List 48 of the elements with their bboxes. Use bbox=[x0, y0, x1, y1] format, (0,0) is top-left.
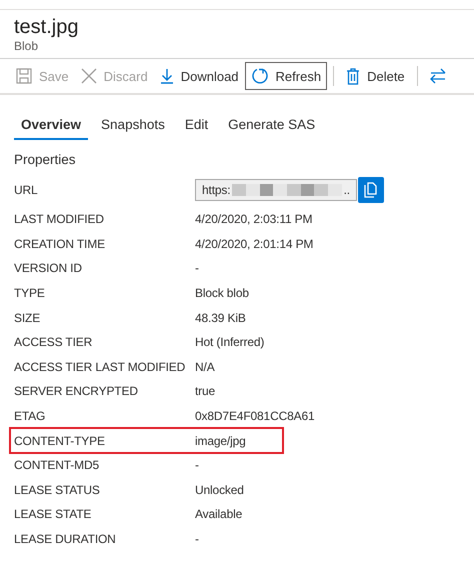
url-field[interactable]: https: .. bbox=[195, 179, 357, 201]
swap-arrows-icon bbox=[430, 68, 446, 84]
property-label: SIZE bbox=[14, 310, 42, 325]
property-value: 4/20/2020, 2:03:11 PM bbox=[195, 212, 312, 226]
property-label: ACCESS TIER LAST MODIFIED bbox=[14, 360, 186, 374]
property-value: Hot (Inferred) bbox=[195, 335, 264, 350]
close-icon bbox=[80, 68, 97, 84]
copy-icon bbox=[364, 182, 378, 198]
property-value: N/A bbox=[195, 360, 215, 374]
property-label: CREATION TIME bbox=[14, 236, 106, 251]
tab[interactable]: Generate SAS bbox=[221, 115, 322, 140]
tab[interactable]: Overview bbox=[14, 115, 88, 140]
property-value: Block blob bbox=[195, 286, 249, 300]
property-label: ACCESS TIER bbox=[14, 335, 94, 350]
tab[interactable]: Edit bbox=[178, 115, 216, 140]
property-label: LEASE DURATION bbox=[14, 532, 117, 546]
property-value: - bbox=[195, 261, 199, 276]
trash-icon bbox=[346, 68, 360, 84]
property-value: - bbox=[195, 458, 199, 472]
property-label: LEASE STATE bbox=[14, 507, 92, 522]
download-icon bbox=[160, 68, 174, 84]
blob-title: test.jpg bbox=[14, 15, 78, 39]
section-heading: Properties bbox=[14, 152, 77, 167]
property-value: true bbox=[195, 384, 216, 398]
property-label: LEASE STATUS bbox=[14, 482, 101, 497]
tab[interactable]: Snapshots bbox=[94, 115, 172, 140]
copy-button[interactable] bbox=[358, 177, 384, 203]
property-label: TYPE bbox=[14, 286, 46, 300]
property-label: SERVER ENCRYPTED bbox=[14, 384, 139, 398]
refresh-icon bbox=[250, 67, 269, 85]
property-label: VERSION ID bbox=[14, 261, 83, 276]
property-value: 4/20/2020, 2:01:14 PM bbox=[195, 236, 314, 251]
property-value: image/jpg bbox=[195, 434, 246, 448]
property-value: 48.39 KiB bbox=[195, 310, 246, 325]
property-label: ETAG bbox=[14, 409, 46, 424]
save-icon bbox=[16, 68, 32, 84]
property-label: URL bbox=[14, 183, 39, 197]
property-value: - bbox=[195, 532, 199, 546]
property-value: Available bbox=[195, 507, 242, 522]
property-value: Unlocked bbox=[195, 482, 244, 497]
property-label: CONTENT-MD5 bbox=[14, 458, 100, 472]
refresh-button[interactable]: Refresh bbox=[244, 62, 328, 90]
download-button[interactable]: Download bbox=[154, 62, 245, 90]
delete-button[interactable]: Delete bbox=[340, 62, 411, 90]
property-value: 0x8D7E4F081CC8A61 bbox=[195, 409, 315, 424]
blob-subtitle: Blob bbox=[14, 39, 40, 54]
property-label: LAST MODIFIED bbox=[14, 212, 105, 226]
property-label: CONTENT-TYPE bbox=[14, 434, 106, 448]
